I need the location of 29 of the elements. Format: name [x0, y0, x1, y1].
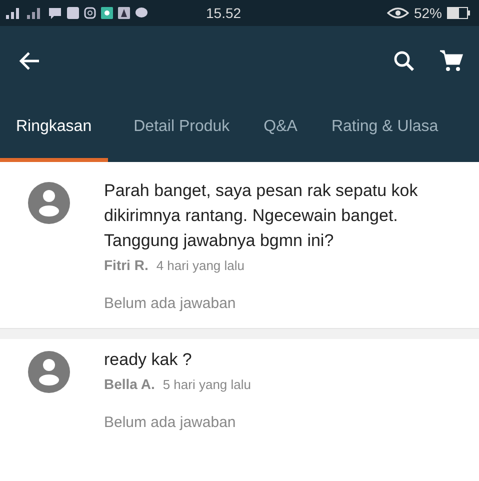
time-ago: 5 hari yang lalu	[162, 377, 252, 392]
battery-icon	[447, 7, 471, 19]
eye-icon	[386, 7, 409, 19]
question-text: Parah banget, saya pesan rak sepatu kok dikirimnya rantang. Ngecewain banget. Tanggung jawabnya bgmn ini?	[104, 180, 419, 252]
clock-time: 15.52	[206, 5, 242, 21]
answer-status: Belum ada jawaban	[104, 295, 237, 312]
chat-bubble-icon	[135, 7, 148, 19]
avatar-icon	[28, 351, 70, 393]
author-name: Fitri R.	[104, 257, 148, 273]
signal-icon	[6, 7, 22, 19]
tab[interactable]: Rating & Ulasa	[315, 96, 446, 162]
app-icon	[67, 7, 79, 19]
avatar-icon	[28, 182, 70, 224]
chat-icon	[48, 7, 62, 19]
answer-status: Belum ada jawaban	[104, 414, 237, 431]
back-arrow-icon	[18, 51, 40, 71]
app-icon	[101, 7, 113, 19]
signal-icon	[27, 7, 43, 19]
tab[interactable]: Ringkasan	[0, 96, 108, 162]
search-icon	[393, 50, 415, 72]
question-text: ready kak ?	[104, 349, 193, 371]
time-ago: 4 hari yang lalu	[156, 258, 245, 273]
tab[interactable]: Detail Produk	[118, 96, 238, 162]
app-icon	[118, 7, 130, 19]
author-name: Bella A.	[104, 376, 155, 392]
cart-icon	[439, 49, 463, 73]
tab[interactable]: Q&A	[248, 96, 306, 162]
battery-percent: 52%	[414, 5, 442, 21]
camera-icon	[84, 7, 96, 19]
